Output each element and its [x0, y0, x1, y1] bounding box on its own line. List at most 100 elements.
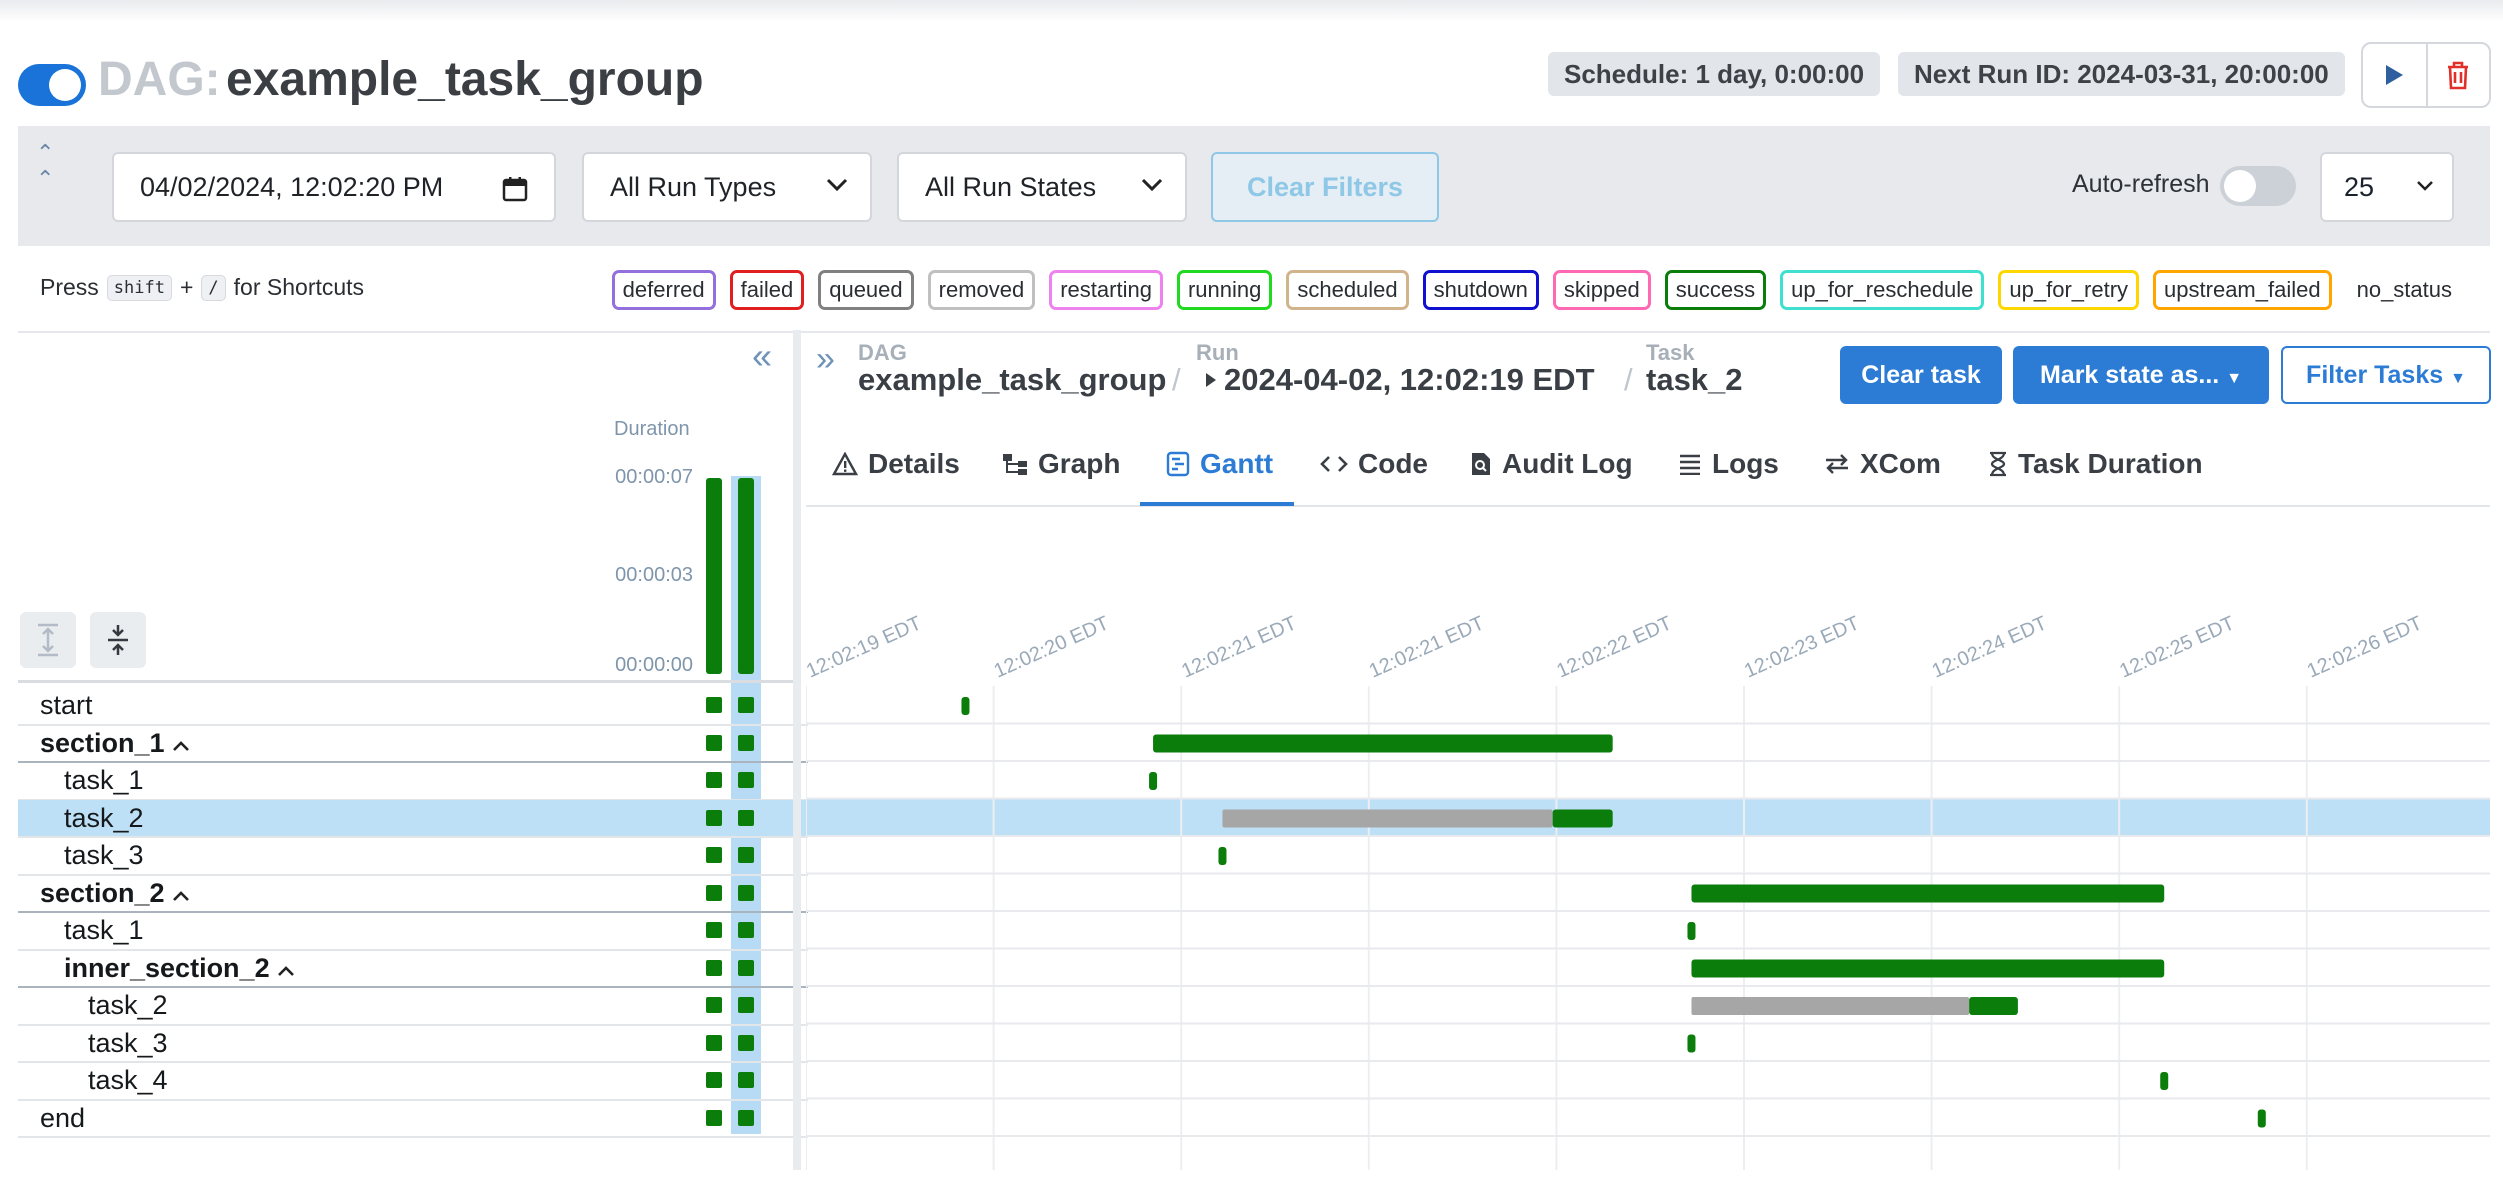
legend-state-up-for-reschedule[interactable]: up_for_reschedule	[1780, 270, 1985, 310]
filter-tasks-button[interactable]: Filter Tasks ▼	[2281, 346, 2491, 404]
gantt-task-bar[interactable]	[1153, 734, 1613, 753]
task-row-label[interactable]: section_1	[40, 725, 190, 762]
task-instance-status-square[interactable]	[706, 959, 722, 976]
tab-xcom[interactable]: XCom	[1824, 448, 1941, 480]
task-instance-status-square[interactable]	[706, 922, 722, 938]
gantt-task-bar[interactable]	[961, 697, 970, 715]
task-instance-status-square[interactable]	[738, 997, 754, 1013]
tab-task-duration[interactable]: Task Duration	[1988, 448, 2203, 480]
collapse-grid-icon[interactable]: «	[752, 338, 772, 374]
duration-label: Duration	[614, 418, 690, 440]
page-size-select[interactable]: 25	[2320, 152, 2454, 222]
trigger-dag-button[interactable]	[2363, 44, 2426, 106]
mark-state-button[interactable]: Mark state as... ▼	[2013, 346, 2269, 404]
task-instance-status-square[interactable]	[706, 697, 722, 713]
task-instance-status-square[interactable]	[738, 1109, 754, 1126]
run-state-select[interactable]: All Run States	[897, 152, 1187, 222]
gantt-task-bar[interactable]	[1691, 884, 2165, 903]
gantt-task-bar[interactable]	[1552, 809, 1613, 828]
gantt-task-bar[interactable]	[1149, 772, 1158, 790]
task-instance-status-square[interactable]	[738, 1072, 754, 1088]
run-duration-bar[interactable]	[706, 478, 722, 674]
clear-task-button[interactable]: Clear task	[1840, 346, 2002, 404]
task-row-label[interactable]: task_4	[88, 1062, 168, 1099]
legend-state-shutdown[interactable]: shutdown	[1422, 270, 1539, 310]
breadcrumb-run[interactable]: 2024-04-02, 12:02:19 EDT	[1204, 362, 1595, 398]
tab-code[interactable]: Code	[1320, 448, 1428, 480]
gantt-queued-bar[interactable]	[1691, 997, 1970, 1015]
task-row-label[interactable]: task_1	[64, 762, 144, 799]
legend-state-scheduled[interactable]: scheduled	[1286, 270, 1409, 310]
gantt-queued-bar[interactable]	[1222, 809, 1553, 828]
task-instance-status-square[interactable]	[738, 697, 754, 713]
legend-state-success[interactable]: success	[1664, 270, 1767, 310]
chevron-up-icon[interactable]	[165, 728, 191, 758]
task-row-label[interactable]: task_3	[64, 837, 144, 874]
task-instance-status-square[interactable]	[738, 922, 754, 938]
delete-dag-button[interactable]	[2425, 44, 2489, 106]
task-row-label[interactable]: task_3	[88, 1025, 168, 1062]
task-row-label[interactable]: inner_section_2	[64, 950, 295, 987]
chevron-up-icon[interactable]	[270, 953, 296, 983]
legend-state-upstream-failed[interactable]: upstream_failed	[2153, 270, 2332, 310]
collapse-all-button[interactable]	[90, 612, 146, 668]
gantt-task-bar[interactable]	[1969, 997, 2018, 1015]
base-date-input[interactable]: 04/02/2024, 12:02:20 PM	[112, 152, 556, 222]
legend-state-skipped[interactable]: skipped	[1552, 270, 1651, 310]
task-instance-status-square[interactable]	[738, 734, 754, 751]
task-instance-status-square[interactable]	[706, 734, 722, 751]
panel-resizer[interactable]	[793, 330, 801, 1170]
legend-state-restarting[interactable]: restarting	[1049, 270, 1163, 310]
task-instance-status-square[interactable]	[706, 847, 722, 863]
gantt-task-bar[interactable]	[2257, 1109, 2266, 1128]
task-instance-status-square[interactable]	[706, 997, 722, 1013]
chevron-up-icon[interactable]	[165, 878, 191, 908]
task-instance-status-square[interactable]	[738, 809, 754, 826]
gantt-task-bar[interactable]	[1218, 847, 1227, 865]
legend-state-no-status[interactable]: no_status	[2346, 270, 2463, 310]
breadcrumb-task[interactable]: task_2	[1646, 362, 1743, 398]
run-type-select[interactable]: All Run Types	[582, 152, 872, 222]
tab-details[interactable]: Details	[832, 448, 960, 480]
tab-audit-log[interactable]: Audit Log	[1470, 448, 1633, 480]
task-instance-status-square[interactable]	[706, 1034, 722, 1051]
task-row-label[interactable]: end	[40, 1100, 85, 1137]
task-instance-status-square[interactable]	[738, 884, 754, 901]
tab-logs[interactable]: Logs	[1678, 448, 1779, 480]
gantt-task-bar[interactable]	[1691, 959, 2165, 978]
task-instance-status-square[interactable]	[738, 1034, 754, 1051]
task-instance-status-square[interactable]	[738, 772, 754, 788]
dag-pause-toggle[interactable]	[18, 64, 86, 106]
task-row-label[interactable]: section_2	[40, 875, 190, 912]
gantt-task-bar[interactable]	[1687, 1034, 1696, 1053]
legend-state-removed[interactable]: removed	[927, 270, 1036, 310]
task-instance-status-square[interactable]	[706, 772, 722, 788]
task-instance-status-square[interactable]	[738, 847, 754, 863]
breadcrumb-dag[interactable]: example_task_group	[858, 362, 1166, 398]
task-row-label[interactable]: start	[40, 687, 93, 724]
clear-filters-button[interactable]: Clear Filters	[1211, 152, 1439, 222]
run-duration-bar[interactable]	[738, 478, 754, 674]
task-row-label[interactable]: task_1	[64, 912, 144, 949]
gantt-task-bar[interactable]	[1687, 922, 1696, 940]
task-instance-status-square[interactable]	[706, 1072, 722, 1088]
task-instance-status-square[interactable]	[738, 959, 754, 976]
auto-refresh-toggle[interactable]	[2220, 166, 2296, 206]
gantt-task-bar[interactable]	[2160, 1072, 2169, 1090]
legend-state-failed[interactable]: failed	[729, 270, 805, 310]
task-instance-status-square[interactable]	[706, 809, 722, 826]
task-row-label[interactable]: task_2	[88, 987, 168, 1024]
tab-gantt[interactable]: Gantt	[1166, 448, 1273, 480]
collapse-up-icon[interactable]: ⌃ ⌃	[36, 140, 54, 192]
legend-state-queued[interactable]: queued	[818, 270, 914, 310]
task-instance-status-square[interactable]	[706, 1109, 722, 1126]
task-instance-status-square[interactable]	[706, 884, 722, 901]
expand-all-icon	[38, 623, 58, 657]
tab-graph[interactable]: Graph	[1002, 448, 1120, 480]
legend-state-running[interactable]: running	[1176, 270, 1273, 310]
legend-state-up-for-retry[interactable]: up_for_retry	[1998, 270, 2140, 310]
expand-panel-icon[interactable]: »	[816, 340, 835, 379]
expand-all-button[interactable]	[20, 612, 76, 668]
task-row-label[interactable]: task_2	[64, 800, 144, 837]
legend-state-deferred[interactable]: deferred	[611, 270, 716, 310]
